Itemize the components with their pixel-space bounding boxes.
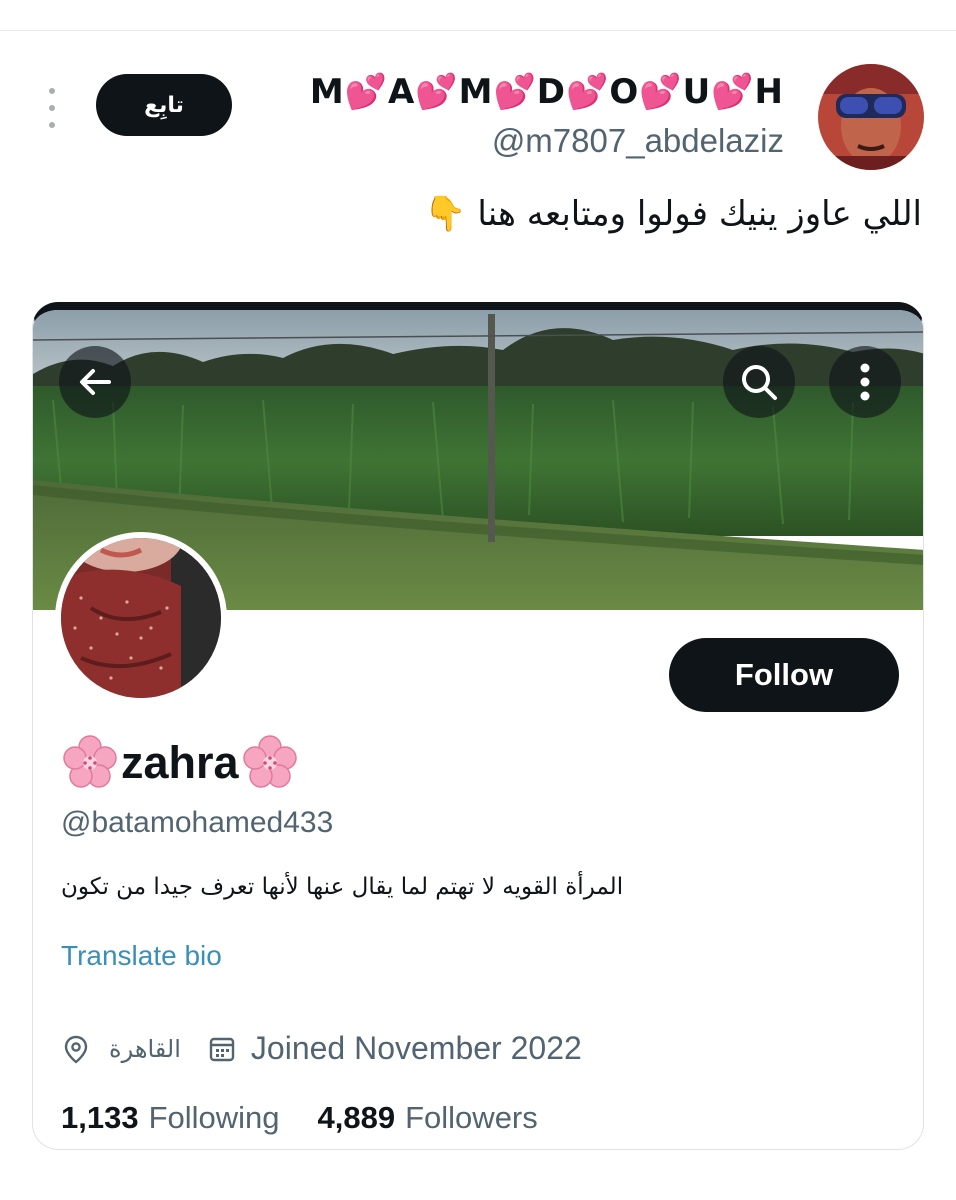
profile-name-text: zahra (121, 737, 239, 788)
search-button[interactable] (723, 346, 795, 418)
translate-bio-link[interactable]: Translate bio (61, 940, 222, 972)
profile-joined-date: Joined November 2022 (250, 1030, 582, 1066)
profile-handle: @batamohamed433 (61, 806, 334, 839)
calendar-icon (209, 1037, 235, 1061)
following-link[interactable]: 1,133 Following (61, 1100, 280, 1136)
tweet-text: اللي عاوز ينيك فولوا ومتابعه هنا 👇 (424, 194, 922, 234)
back-button[interactable] (59, 346, 131, 418)
profile-bio: المرأة القويه لا تهتم لما يقال عنها لأنه… (61, 874, 624, 900)
author-avatar[interactable] (818, 64, 924, 170)
profile-display-name: zahra (61, 734, 299, 792)
more-vertical-icon (860, 363, 870, 401)
following-count: 1,133 (61, 1100, 139, 1135)
more-options-icon[interactable] (40, 88, 64, 128)
profile-card[interactable]: Follow zahra @batamohamed433 المرأة القو… (32, 302, 924, 1150)
profile-more-button[interactable] (829, 346, 901, 418)
profile-location: القاهرة (109, 1034, 181, 1063)
location-pin-icon (64, 1035, 88, 1064)
following-label: Following (148, 1100, 280, 1135)
profile-avatar[interactable] (55, 532, 227, 704)
followers-label: Followers (405, 1100, 538, 1135)
follow-button[interactable]: Follow (669, 638, 899, 712)
author-handle[interactable]: @m7807_abdelaziz (492, 122, 784, 160)
arrow-left-icon (80, 369, 111, 395)
profile-stats: 1,133 Following 4,889 Followers (61, 1100, 538, 1136)
top-divider (0, 30, 956, 31)
followers-link[interactable]: 4,889 Followers (318, 1100, 538, 1136)
profile-meta: القاهرة Joined November 2022 (61, 1030, 582, 1067)
search-icon (742, 365, 777, 400)
author-display-name[interactable]: M💕A💕M💕D💕O💕U💕H (310, 72, 784, 112)
follow-author-button[interactable]: تابِع (96, 74, 232, 136)
cherry-blossom-icon (242, 735, 297, 788)
followers-count: 4,889 (317, 1100, 396, 1135)
cherry-blossom-icon (63, 735, 117, 788)
